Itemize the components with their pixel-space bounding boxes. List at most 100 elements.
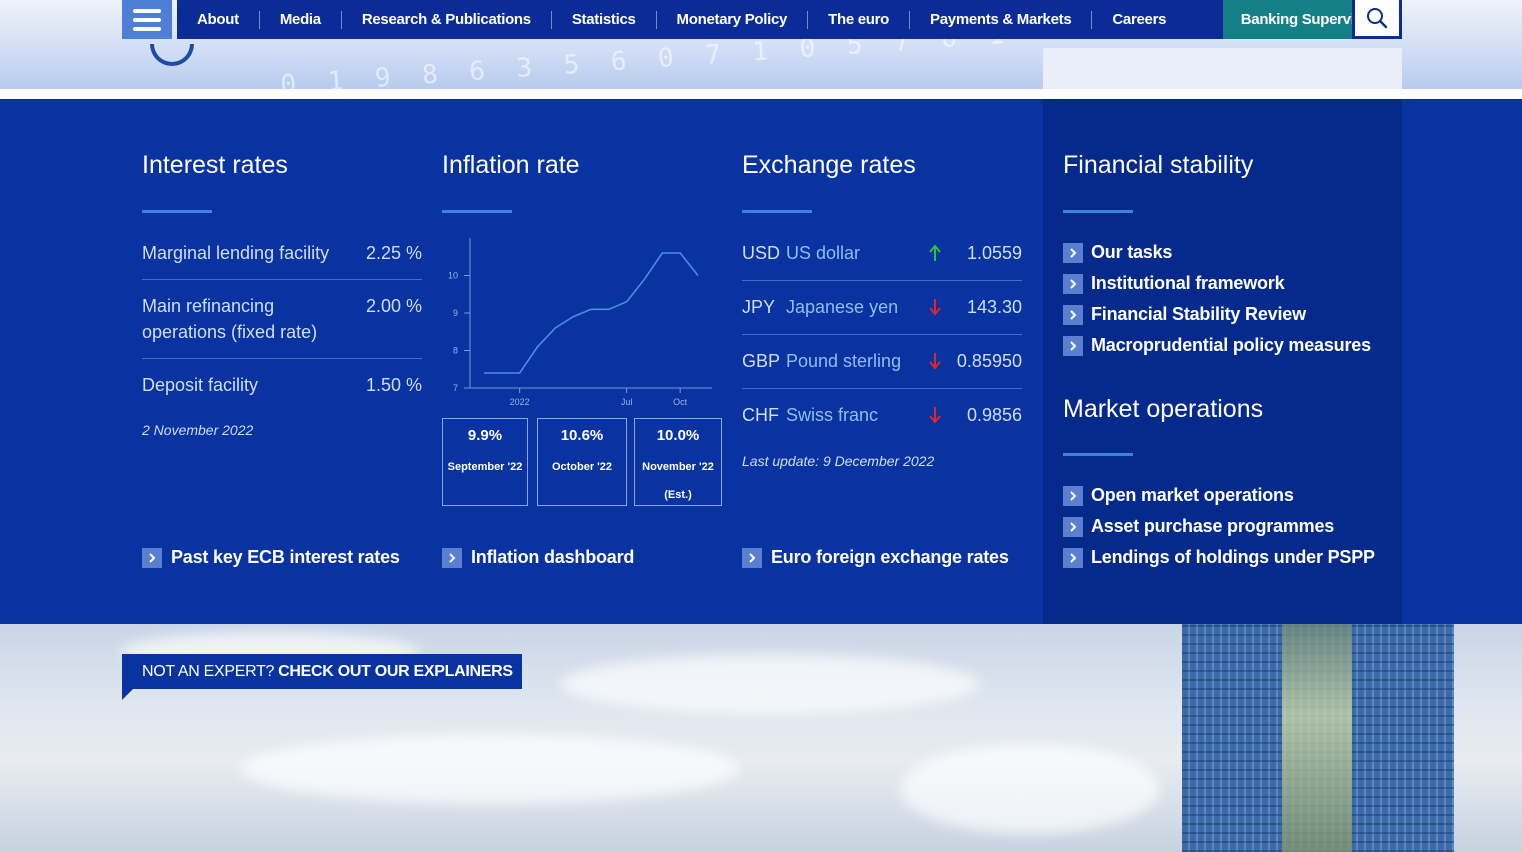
ecb-logo[interactable] xyxy=(150,44,194,66)
inflation-month: November '22 (Est.) xyxy=(642,461,714,501)
currency-code: JPY xyxy=(742,297,776,317)
hero-right-box xyxy=(1043,48,1402,89)
rate-value: 1.50 % xyxy=(365,375,422,395)
inflation-line xyxy=(484,252,699,374)
row-divider xyxy=(742,334,1022,335)
row-divider xyxy=(742,388,1022,389)
x-tick-label: Jul xyxy=(621,397,633,407)
mo-link-asset-purchase[interactable]: Asset purchase programmes xyxy=(1063,516,1334,537)
nav-item-the-euro[interactable]: The euro xyxy=(808,10,911,29)
fs-link-our-tasks[interactable]: Our tasks xyxy=(1063,242,1172,263)
past-key-rates-link[interactable]: Past key ECB interest rates xyxy=(142,547,400,568)
nav-item-payments-markets[interactable]: Payments & Markets xyxy=(910,10,1093,29)
banner-tail xyxy=(122,689,133,700)
chevron-right-icon xyxy=(1063,273,1083,294)
link-label: Euro foreign exchange rates xyxy=(771,547,1009,567)
arrow-down-icon xyxy=(929,299,941,316)
rate-value: 0.9856 xyxy=(966,405,1022,425)
link-label: Macroprudential policy measures xyxy=(1091,335,1371,355)
link-label: Our tasks xyxy=(1091,242,1173,262)
chevron-right-icon xyxy=(1063,242,1083,263)
chevron-right-icon xyxy=(442,547,462,568)
financial-stability-section: Financial stability Our tasks Institutio… xyxy=(1063,99,1393,624)
link-label: Open market operations xyxy=(1091,485,1294,505)
mo-link-pspp-lendings[interactable]: Lendings of holdings under PSPP xyxy=(1063,547,1375,568)
inflation-dashboard-link[interactable]: Inflation dashboard xyxy=(442,547,634,568)
inflation-value: 10.6% xyxy=(560,427,604,444)
nav-item-monetary-policy[interactable]: Monetary Policy xyxy=(657,10,809,29)
fs-link-financial-stability-review[interactable]: Financial Stability Review xyxy=(1063,304,1306,325)
rate-value: 2.25 % xyxy=(365,243,422,263)
y-tick-label: 8 xyxy=(453,346,458,356)
euro-fx-rates-link[interactable]: Euro foreign exchange rates xyxy=(742,547,1009,568)
hamburger-icon xyxy=(133,26,161,31)
search-button[interactable] xyxy=(1352,0,1402,39)
rate-value: 0.85950 xyxy=(956,351,1022,371)
explainers-banner[interactable]: NOT AN EXPERT? CHECK OUT OUR EXPLAINERS xyxy=(122,654,522,689)
tower-atrium xyxy=(1282,624,1352,852)
currency-code: USD xyxy=(742,243,781,263)
arrow-down-icon xyxy=(929,407,941,424)
inflation-box-september[interactable]: 9.9% September '22 xyxy=(442,418,528,506)
rate-value: 143.30 xyxy=(966,297,1022,317)
rate-label: Main refinancing operations (fixed rate) xyxy=(142,296,318,342)
row-divider xyxy=(142,358,422,359)
cloud xyxy=(900,744,1160,834)
fx-row-chf[interactable]: CHF Swiss franc 0.9856 xyxy=(742,402,1022,428)
currency-name: Pound sterling xyxy=(786,351,902,371)
inflation-title: Inflation rate xyxy=(442,151,580,179)
fs-link-institutional-framework[interactable]: Institutional framework xyxy=(1063,273,1285,294)
cloud xyxy=(240,734,740,804)
inflation-value: 10.0% xyxy=(656,427,700,444)
inflation-box-october[interactable]: 10.6% October '22 xyxy=(537,418,627,506)
title-underline xyxy=(1063,453,1133,456)
mo-link-open-market[interactable]: Open market operations xyxy=(1063,485,1294,506)
title-underline xyxy=(1063,210,1133,213)
currency-name: Swiss franc xyxy=(786,405,879,425)
rate-value: 1.0559 xyxy=(966,243,1022,263)
nav-item-research-publications[interactable]: Research & Publications xyxy=(342,10,552,29)
currency-code: CHF xyxy=(742,405,779,425)
link-label: Asset purchase programmes xyxy=(1091,516,1335,536)
chevron-right-icon xyxy=(1063,516,1083,537)
header-divider xyxy=(0,89,1522,99)
row-divider xyxy=(142,279,422,280)
rate-row: Marginal lending facility 2.25 % xyxy=(142,240,422,266)
chevron-right-icon xyxy=(1063,304,1083,325)
arrow-up-icon xyxy=(929,244,941,261)
link-label: Inflation dashboard xyxy=(471,547,635,567)
chevron-right-icon xyxy=(1063,485,1083,506)
link-label: Institutional framework xyxy=(1091,273,1285,293)
y-tick-label: 10 xyxy=(448,271,458,281)
link-label: Financial Stability Review xyxy=(1091,304,1306,324)
hamburger-menu-button[interactable] xyxy=(122,0,172,39)
chevron-right-icon xyxy=(1063,547,1083,568)
cloud xyxy=(560,654,980,714)
inflation-box-november[interactable]: 10.0% November '22 (Est.) xyxy=(634,418,722,506)
currency-name: Japanese yen xyxy=(786,297,899,317)
nav-item-about[interactable]: About xyxy=(177,10,260,29)
fx-row-gbp[interactable]: GBP Pound sterling 0.85950 xyxy=(742,348,1022,374)
rates-date: 2 November 2022 xyxy=(142,422,254,438)
fs-link-macroprudential[interactable]: Macroprudential policy measures xyxy=(1063,335,1371,356)
market-operations-title: Market operations xyxy=(1063,395,1264,423)
nav-item-careers[interactable]: Careers xyxy=(1092,11,1186,29)
rate-row: Main refinancing operations (fixed rate)… xyxy=(142,293,422,345)
currency-name: US dollar xyxy=(786,243,861,263)
row-divider xyxy=(742,280,1022,281)
exchange-last-update: Last update: 9 December 2022 xyxy=(742,453,935,469)
fx-row-jpy[interactable]: JPY Japanese yen 143.30 xyxy=(742,294,1022,320)
search-icon xyxy=(1367,8,1388,29)
chevron-right-icon xyxy=(1063,335,1083,356)
x-tick-label: Oct xyxy=(673,397,688,407)
inflation-value: 9.9% xyxy=(467,427,503,444)
rate-row: Deposit facility 1.50 % xyxy=(142,372,422,398)
inflation-chart[interactable]: 7 8 9 10 2022 Jul Oct xyxy=(442,232,722,412)
currency-code: GBP xyxy=(742,351,781,371)
fx-row-usd[interactable]: USD US dollar 1.0559 xyxy=(742,240,1022,266)
title-underline xyxy=(142,210,212,213)
rate-label: Marginal lending facility xyxy=(142,243,330,263)
arrow-down-icon xyxy=(929,353,941,370)
nav-item-media[interactable]: Media xyxy=(260,10,342,29)
nav-item-statistics[interactable]: Statistics xyxy=(552,10,657,29)
